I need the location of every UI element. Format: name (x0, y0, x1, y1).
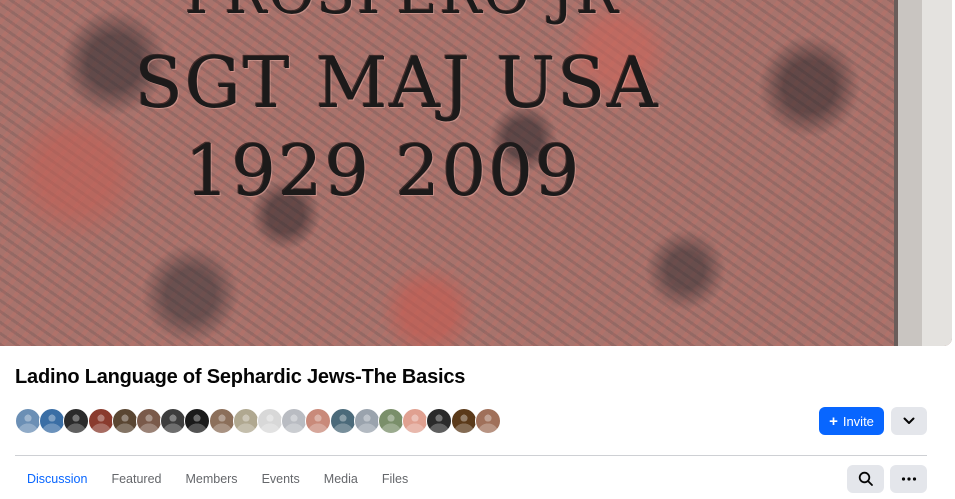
member-avatar[interactable] (87, 408, 114, 434)
member-avatar[interactable] (426, 408, 453, 434)
member-avatar[interactable] (39, 408, 66, 434)
tabs-more-button[interactable] (890, 465, 927, 493)
member-avatar[interactable] (378, 408, 405, 434)
tab-events[interactable]: Events (250, 464, 312, 494)
engraving-line-rank: SGT MAJ USA (135, 42, 660, 124)
member-avatar[interactable] (281, 408, 308, 434)
member-avatar[interactable] (329, 408, 356, 434)
member-avatar-stack[interactable] (15, 408, 501, 434)
member-avatar[interactable] (450, 408, 477, 434)
plus-icon: + (829, 412, 838, 430)
member-avatar[interactable] (257, 408, 284, 434)
member-avatar[interactable] (136, 408, 163, 434)
tab-featured[interactable]: Featured (99, 464, 173, 494)
group-tabs: Discussion Featured Members Events Media File… (15, 464, 420, 494)
member-avatar[interactable] (353, 408, 380, 434)
invite-label: Invite (842, 413, 874, 429)
search-icon (858, 471, 873, 486)
member-avatar[interactable] (402, 408, 429, 434)
cover-photo[interactable]: PROSPERO JR SGT MAJ USA 1929 2009 (0, 0, 952, 346)
tab-discussion[interactable]: Discussion (15, 464, 99, 494)
tab-files[interactable]: Files (370, 464, 420, 494)
search-button[interactable] (847, 465, 884, 493)
more-horizontal-icon (901, 477, 916, 481)
member-avatar[interactable] (111, 408, 138, 434)
member-avatar[interactable] (232, 408, 259, 434)
member-avatar[interactable] (305, 408, 332, 434)
member-avatar[interactable] (208, 408, 235, 434)
member-avatar[interactable] (160, 408, 187, 434)
member-avatar[interactable] (184, 408, 211, 434)
group-title[interactable]: Ladino Language of Sephardic Jews-The Ba… (15, 366, 465, 389)
header-more-button[interactable] (891, 407, 927, 435)
header-divider (15, 455, 927, 456)
tab-members[interactable]: Members (173, 464, 249, 494)
engraving-line-years: 1929 2009 (185, 130, 582, 212)
invite-button[interactable]: + Invite (819, 407, 884, 435)
engraving-line-name: PROSPERO JR (185, 0, 620, 27)
cover-engraving: PROSPERO JR SGT MAJ USA 1929 2009 (0, 0, 952, 346)
member-avatar[interactable] (474, 408, 501, 434)
member-avatar[interactable] (63, 408, 90, 434)
chevron-down-icon (903, 417, 915, 424)
tab-media[interactable]: Media (312, 464, 370, 494)
member-avatar[interactable] (15, 408, 41, 434)
